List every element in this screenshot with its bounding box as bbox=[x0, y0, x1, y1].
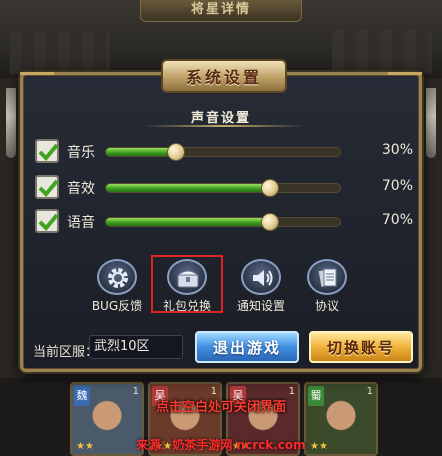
bug-feedback-label: BUG反馈 bbox=[91, 299, 143, 313]
voice-slider[interactable] bbox=[105, 213, 341, 231]
voice-slider-knob[interactable] bbox=[260, 213, 279, 231]
dialog-title: 系统设置 bbox=[185, 68, 262, 87]
sfx-slider-row: 音效 70% bbox=[35, 175, 415, 201]
sfx-slider[interactable] bbox=[105, 179, 341, 197]
music-checkbox[interactable] bbox=[35, 139, 59, 163]
close-hint: 点击空白处可关闭界面 bbox=[155, 400, 286, 415]
frame-corner bbox=[388, 72, 422, 86]
voice-slider-row: 语音 70% bbox=[35, 209, 415, 235]
system-settings-dialog: 系统设置 声音设置 音乐 30% 音效 70% 语音 70% BUG反馈 礼包兑… bbox=[20, 59, 422, 372]
sfx-label: 音效 bbox=[67, 181, 95, 197]
section-divider bbox=[143, 125, 305, 127]
background-tile bbox=[332, 30, 432, 74]
music-slider[interactable] bbox=[105, 143, 341, 161]
left-tassel bbox=[6, 88, 16, 158]
dialog-title-plate: 系统设置 bbox=[161, 59, 287, 93]
exit-game-button[interactable]: 退出游戏 bbox=[195, 331, 299, 363]
music-label: 音乐 bbox=[67, 145, 95, 161]
frame-corner bbox=[20, 72, 54, 86]
speaker-icon bbox=[241, 259, 281, 295]
sfx-value: 70% bbox=[381, 178, 413, 194]
checkmark-icon bbox=[38, 143, 58, 161]
source-watermark: 来源：奶茶手游网 ncrck.com bbox=[136, 438, 306, 452]
agreement-label: 协议 bbox=[314, 299, 339, 313]
bug-feedback-button[interactable]: BUG反馈 bbox=[85, 259, 149, 313]
music-value: 30% bbox=[381, 142, 413, 158]
checkmark-icon bbox=[38, 179, 58, 197]
voice-value: 70% bbox=[381, 212, 413, 228]
notification-settings-button[interactable]: 通知设置 bbox=[229, 259, 293, 313]
sfx-slider-fill bbox=[106, 184, 270, 192]
sfx-slider-knob[interactable] bbox=[260, 179, 279, 197]
switch-account-button[interactable]: 切换账号 bbox=[309, 331, 413, 363]
gear-icon bbox=[97, 259, 137, 295]
document-icon bbox=[307, 259, 347, 295]
music-slider-fill bbox=[106, 148, 177, 156]
server-field: 武烈10区 bbox=[89, 335, 183, 359]
notification-settings-label: 通知设置 bbox=[236, 299, 285, 313]
music-slider-row: 音乐 30% bbox=[35, 139, 415, 165]
music-slider-knob[interactable] bbox=[167, 143, 186, 161]
sfx-checkbox[interactable] bbox=[35, 175, 59, 199]
voice-label: 语音 bbox=[67, 215, 95, 231]
section-title: 声音设置 bbox=[190, 111, 251, 126]
voice-checkbox[interactable] bbox=[35, 209, 59, 233]
agreement-button[interactable]: 协议 bbox=[295, 259, 359, 313]
gift-redeem-highlight bbox=[151, 255, 223, 313]
right-tassel bbox=[426, 88, 436, 158]
checkmark-icon bbox=[38, 213, 58, 231]
background-banner: 将星详情 bbox=[140, 0, 302, 22]
background-tile bbox=[10, 30, 110, 74]
voice-slider-fill bbox=[106, 218, 270, 226]
